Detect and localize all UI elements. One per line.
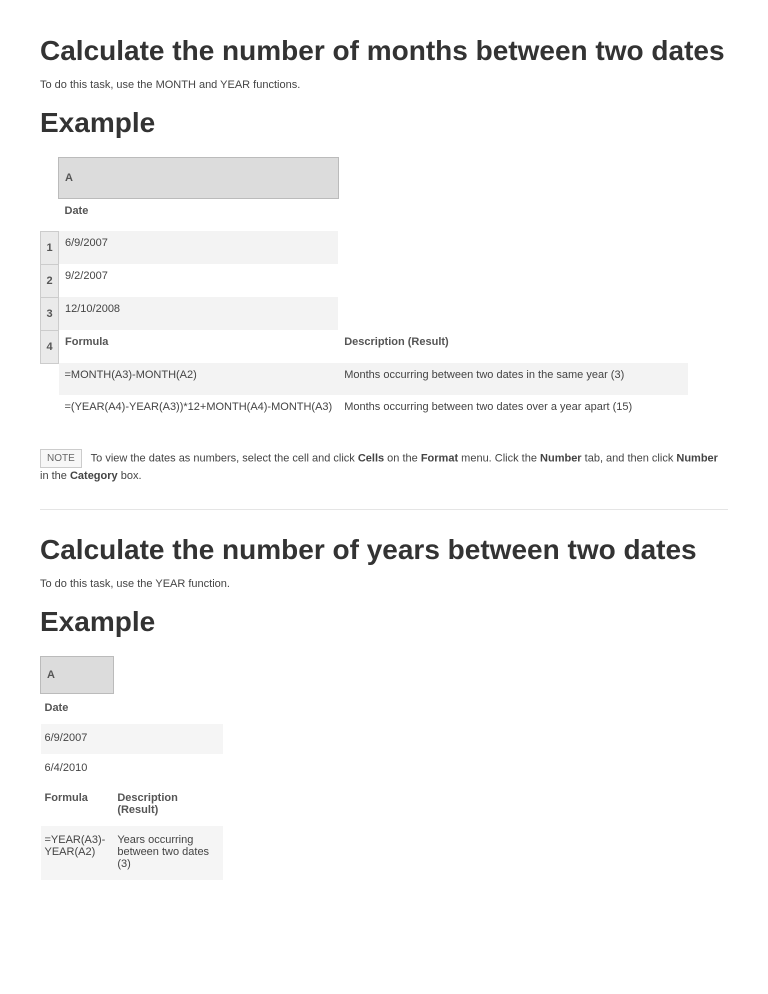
date-label: Date [41, 693, 114, 724]
formula-cell: =MONTH(A3)-MONTH(A2) [59, 363, 339, 395]
description-cell: Years occurring between two dates (3) [113, 826, 223, 880]
example-heading-months: Example [40, 107, 728, 139]
formula-cell: =(YEAR(A4)-YEAR(A3))*12+MONTH(A4)-MONTH(… [59, 395, 339, 427]
formula-cell: =YEAR(A3)-YEAR(A2) [41, 826, 114, 880]
date-cell: 9/2/2007 [59, 264, 339, 297]
note-text: box. [118, 470, 142, 482]
note-text: on the [384, 452, 421, 464]
note-bold: Format [421, 452, 458, 464]
divider [40, 509, 728, 510]
row-number: 4 [41, 330, 59, 363]
intro-months: To do this task, use the MONTH and YEAR … [40, 79, 728, 91]
date-cell: 6/9/2007 [59, 231, 339, 264]
example-table-years: A Date 6/9/2007 6/4/2010 Formula Descrip… [40, 656, 223, 880]
note-text: in the [40, 470, 70, 482]
description-cell: Months occurring between two dates in th… [338, 363, 688, 395]
note-text: tab, and then click [582, 452, 677, 464]
description-cell: Months occurring between two dates over … [338, 395, 688, 427]
date-cell: 6/9/2007 [41, 724, 114, 754]
row-number: 2 [41, 264, 59, 297]
row-number: 3 [41, 297, 59, 330]
note-bold: Category [70, 470, 118, 482]
date-cell: 6/4/2010 [41, 754, 114, 784]
date-cell: 12/10/2008 [59, 297, 339, 330]
row-number: 1 [41, 231, 59, 264]
example-heading-years: Example [40, 606, 728, 638]
heading-months: Calculate the number of months between t… [40, 35, 728, 67]
note-bold: Cells [358, 452, 384, 464]
note-badge: NOTE [40, 449, 82, 468]
description-label: Description (Result) [113, 784, 223, 826]
note-text: menu. Click the [458, 452, 540, 464]
formula-label: Formula [41, 784, 114, 826]
note-bold: Number [676, 452, 718, 464]
note-line: NOTE To view the dates as numbers, selec… [40, 449, 728, 485]
col-header-a: A [59, 158, 339, 199]
example-table-months: A Date 1 6/9/2007 2 9/2/2007 3 12/10/200… [40, 157, 689, 427]
heading-years: Calculate the number of years between tw… [40, 534, 728, 566]
date-label: Date [59, 199, 339, 232]
note-bold: Number [540, 452, 582, 464]
note-text: To view the dates as numbers, select the… [91, 452, 358, 464]
formula-label: Formula [59, 330, 339, 363]
description-label: Description (Result) [338, 330, 688, 363]
col-header-a: A [41, 656, 114, 693]
intro-years: To do this task, use the YEAR function. [40, 578, 728, 590]
